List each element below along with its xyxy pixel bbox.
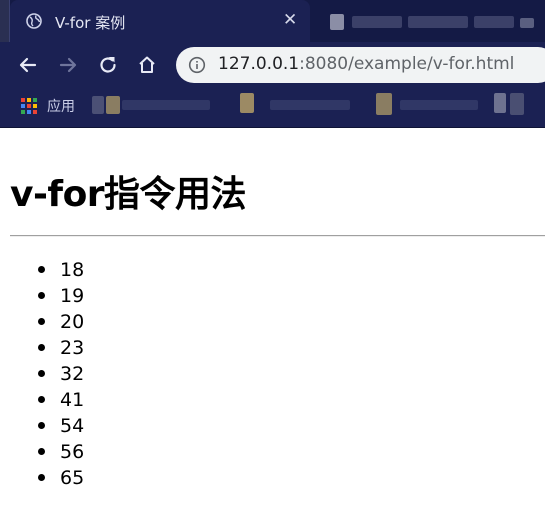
bullet-icon: [38, 422, 45, 429]
list-item: 56: [38, 439, 85, 465]
list-item-value: 23: [60, 337, 85, 359]
blurred-text: [352, 16, 402, 28]
blurred-bookmark[interactable]: [122, 100, 210, 110]
blurred-bookmark[interactable]: [270, 100, 350, 110]
list-item: 65: [38, 465, 85, 491]
list-item-value: 32: [60, 363, 85, 385]
page-content: v-for指令用法 18 19 20 23 32 41 54 56 65: [0, 129, 545, 520]
number-list: 18 19 20 23 32 41 54 56 65: [38, 257, 85, 491]
blurred-bookmark[interactable]: [92, 96, 104, 114]
bookmarks-bar: 应用: [0, 88, 545, 128]
list-item: 18: [38, 257, 85, 283]
blurred-bookmark[interactable]: [240, 93, 254, 113]
apps-label[interactable]: 应用: [47, 96, 75, 116]
browser-chrome: V-for 案例 ✕ 127.0.0.1:8080/example/v-for.…: [0, 0, 545, 128]
apps-grid-icon[interactable]: [21, 98, 37, 114]
bullet-icon: [38, 448, 45, 455]
tab-edge: [0, 0, 10, 42]
close-tab-icon[interactable]: ✕: [283, 10, 297, 30]
list-item: 23: [38, 335, 85, 361]
list-item-value: 19: [60, 285, 85, 307]
url-host: 127.0.0.1: [218, 54, 300, 74]
blurred-bookmark[interactable]: [494, 93, 506, 113]
info-icon[interactable]: [188, 56, 206, 74]
list-item: 20: [38, 309, 85, 335]
address-bar[interactable]: 127.0.0.1:8080/example/v-for.html: [176, 47, 545, 83]
reload-icon[interactable]: [95, 52, 121, 78]
list-item: 41: [38, 387, 85, 413]
bullet-icon: [38, 396, 45, 403]
blurred-bookmark[interactable]: [106, 96, 120, 114]
list-item-value: 18: [60, 259, 85, 281]
list-item: 54: [38, 413, 85, 439]
globe-icon: [26, 13, 42, 29]
url-path: :8080/example/v-for.html: [299, 54, 515, 74]
bullet-icon: [38, 266, 45, 273]
blurred-text: [520, 18, 534, 28]
forward-arrow-icon[interactable]: [55, 52, 81, 78]
tab-strip: V-for 案例 ✕: [0, 0, 545, 42]
list-item: 32: [38, 361, 85, 387]
blurred-text: [408, 16, 468, 28]
divider: [10, 235, 545, 237]
list-item-value: 56: [60, 441, 85, 463]
blurred-favicon: [330, 14, 344, 30]
tab-inactive[interactable]: [312, 6, 545, 42]
home-icon[interactable]: [134, 52, 160, 78]
list-item-value: 54: [60, 415, 85, 437]
bullet-icon: [38, 318, 45, 325]
tab-active[interactable]: V-for 案例 ✕: [10, 0, 310, 42]
bullet-icon: [38, 474, 45, 481]
list-item-value: 65: [60, 467, 85, 489]
blurred-text: [474, 16, 514, 28]
url-text: 127.0.0.1:8080/example/v-for.html: [218, 54, 514, 74]
bullet-icon: [38, 292, 45, 299]
list-item-value: 20: [60, 311, 85, 333]
blurred-bookmark[interactable]: [400, 100, 478, 110]
list-item-value: 41: [60, 389, 85, 411]
tab-title: V-for 案例: [55, 14, 126, 32]
bullet-icon: [38, 344, 45, 351]
blurred-bookmark[interactable]: [376, 93, 392, 115]
back-arrow-icon[interactable]: [15, 52, 41, 78]
navigation-bar: 127.0.0.1:8080/example/v-for.html: [0, 42, 545, 88]
page-title: v-for指令用法: [10, 174, 247, 215]
bullet-icon: [38, 370, 45, 377]
blurred-bookmark[interactable]: [510, 93, 524, 115]
list-item: 19: [38, 283, 85, 309]
